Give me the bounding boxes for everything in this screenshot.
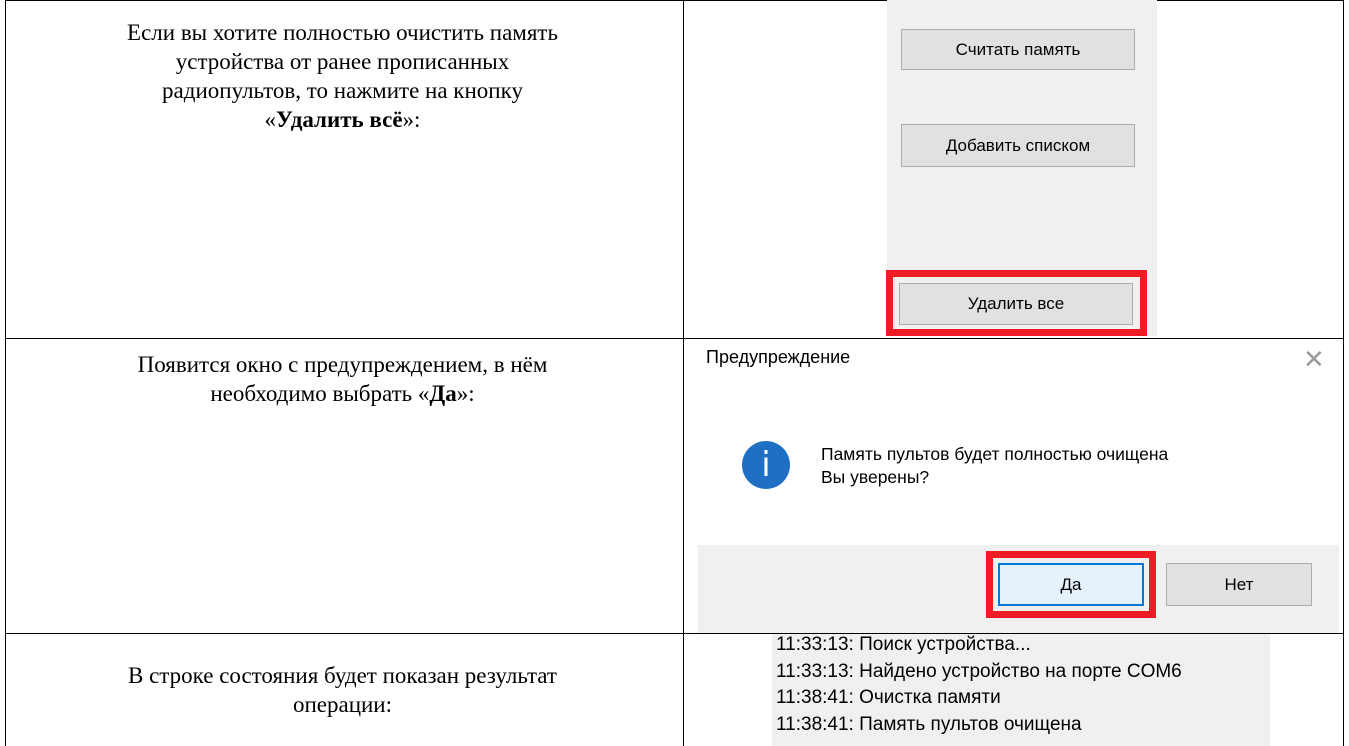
delete-all-button[interactable]: Удалить все xyxy=(899,283,1133,325)
row1-line1: Если вы хотите полностью очистить память xyxy=(127,20,558,45)
dialog-message: Память пультов будет полностью очищена В… xyxy=(821,443,1168,489)
row3-line1: В строке состояния будет показан результ… xyxy=(128,663,557,688)
info-icon: i xyxy=(742,441,790,489)
dialog-message-line1: Память пультов будет полностью очищена xyxy=(821,444,1169,464)
row2-bold-term: Да xyxy=(429,381,457,406)
row1-line2: устройства от ранее прописанных xyxy=(175,49,510,74)
status-line-3: 11:38:41: Очистка памяти xyxy=(776,687,1001,708)
row-divider-1 xyxy=(5,338,1344,339)
row2-prefix: необходимо выбрать « xyxy=(210,381,430,406)
add-list-button[interactable]: Добавить списком xyxy=(901,124,1135,167)
dialog-title: Предупреждение xyxy=(706,347,851,367)
row1-prefix: « xyxy=(264,107,277,132)
row2-line2: необходимо выбрать «Да»: xyxy=(5,379,680,408)
row2-line1: Появится окно с предупреждением, в нём xyxy=(137,352,548,377)
row2-instruction: Появится окно с предупреждением, в нём н… xyxy=(5,350,680,408)
status-line-1: 11:33:13: Поиск устройства... xyxy=(776,634,1031,655)
status-line-4: 11:38:41: Память пультов очищена xyxy=(776,714,1082,735)
dialog-message-line2: Вы уверены? xyxy=(821,467,930,487)
row1-instruction: Если вы хотите полностью очистить память… xyxy=(5,18,680,134)
row1-line3: радиопультов, то нажмите на кнопку xyxy=(162,78,523,103)
close-icon[interactable]: ✕ xyxy=(1303,345,1325,375)
table-border-right xyxy=(1343,0,1344,746)
status-line-2: 11:33:13: Найдено устройство на порте CO… xyxy=(776,661,1182,682)
row3-line2: операции: xyxy=(292,692,393,717)
no-button[interactable]: Нет xyxy=(1166,563,1312,606)
row1-bold-term: Удалить всё xyxy=(276,107,403,132)
yes-button[interactable]: Да xyxy=(998,563,1144,606)
info-icon-glyph: i xyxy=(761,445,771,485)
row1-suffix: »: xyxy=(402,107,421,132)
row2-suffix: »: xyxy=(456,381,475,406)
column-divider xyxy=(683,0,684,746)
row3-instruction: В строке состояния будет показан результ… xyxy=(5,661,680,719)
row1-line4: «Удалить всё»: xyxy=(5,105,680,134)
read-memory-button[interactable]: Считать память xyxy=(901,29,1135,70)
